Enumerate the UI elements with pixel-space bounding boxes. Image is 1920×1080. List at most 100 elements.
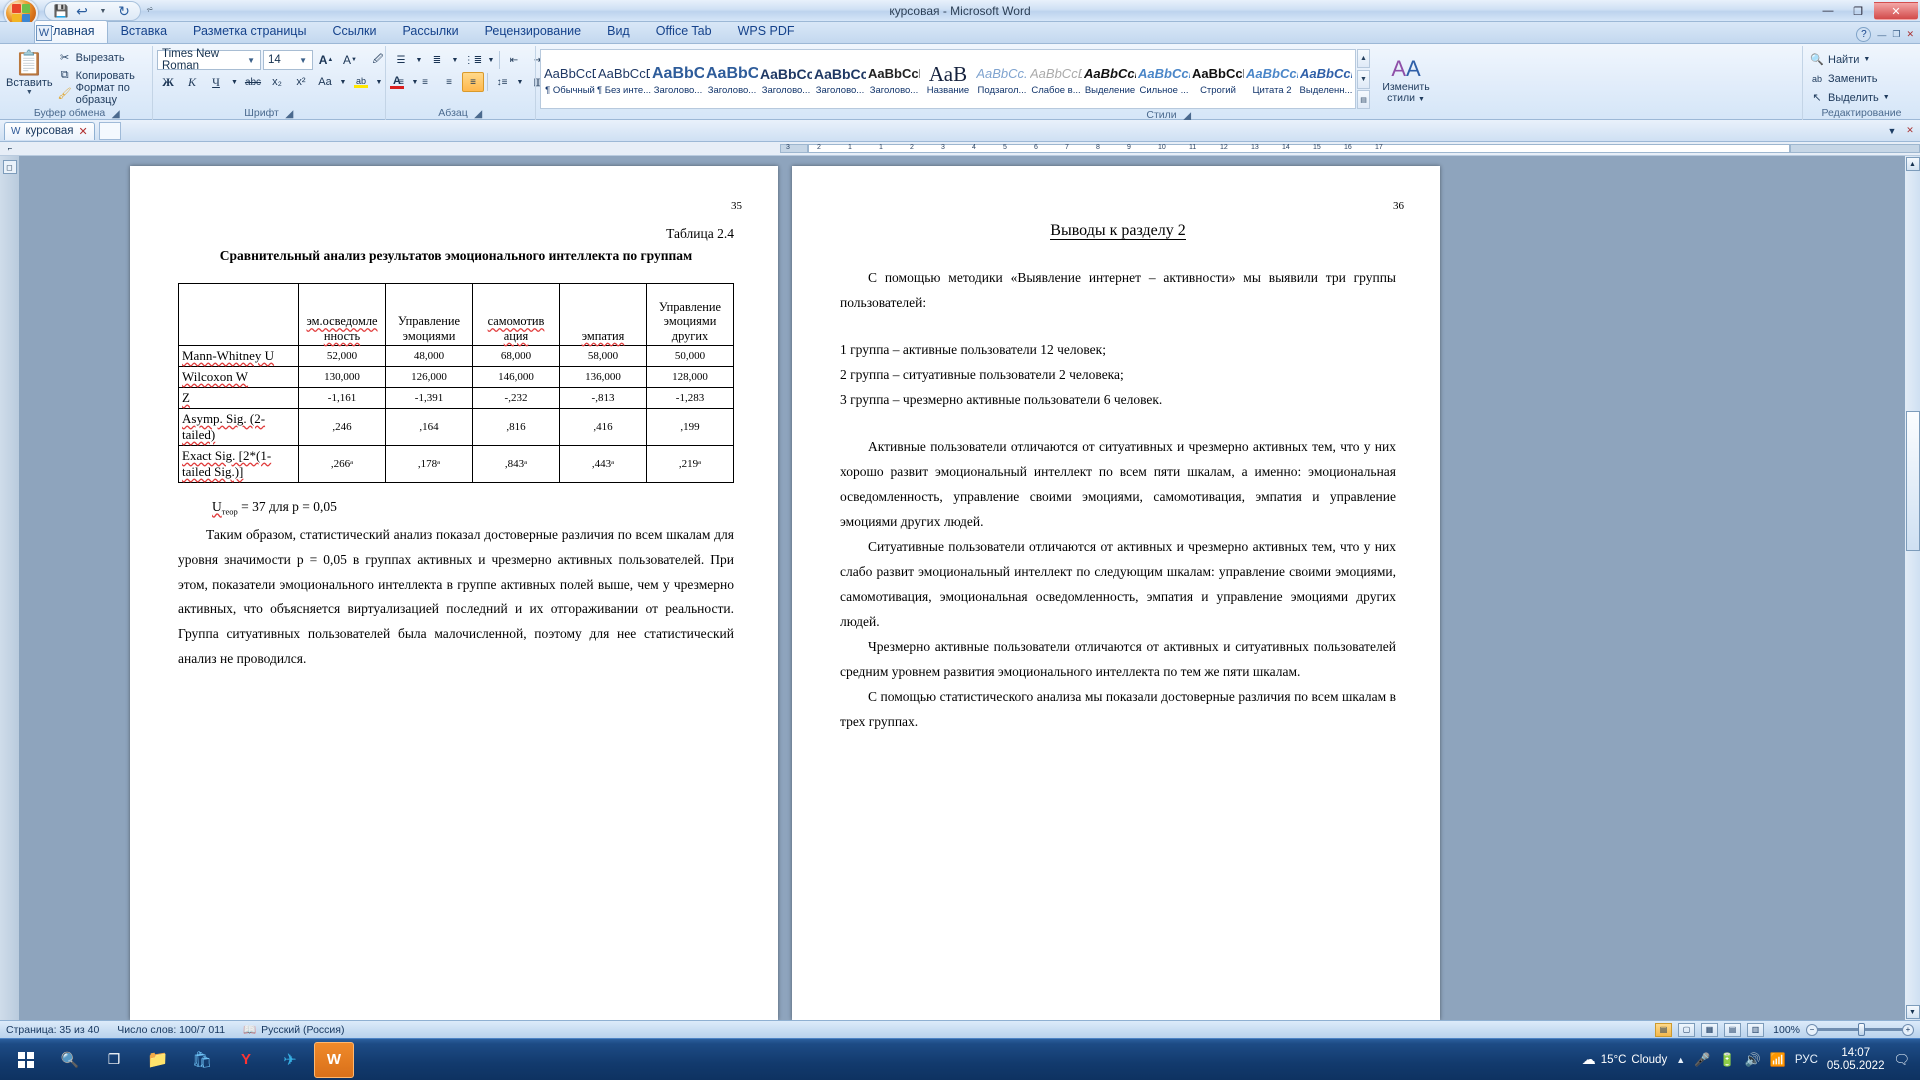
view-fullscreen-icon[interactable]: ▢ [1678,1022,1695,1037]
doc-minimize-icon[interactable]: ▼ [1884,123,1900,139]
style-item-8[interactable]: AaBbCc. Подзагол... [975,52,1029,106]
select-browse-object-icon[interactable]: ◻ [2,160,17,174]
clipboard-dialog-launcher-icon[interactable]: ◢ [111,108,120,120]
align-justify-icon[interactable]: ≡ [462,72,484,92]
close-button[interactable]: ✕ [1874,2,1918,20]
styles-gallery[interactable]: AaBbCcDc¶ ОбычныйAaBbCcDc¶ Без инте...Aa… [540,49,1356,109]
restore-doc-icon[interactable]: ❐ [1892,29,1900,40]
style-item-9[interactable]: AaBbCcDi Слабое в... [1029,52,1083,106]
undo-icon[interactable]: ↩ [74,3,90,19]
tab-wps-pdf[interactable]: WPS PDF [725,20,808,43]
underline-dropdown-icon[interactable]: ▼ [229,72,240,92]
font-size-combo[interactable]: 14 ▼ [263,50,313,70]
numbered-list-icon[interactable]: ≣ [426,50,448,70]
taskbar-app-yandex[interactable]: Y [226,1042,266,1078]
style-item-12[interactable]: AaBbCcDc Строгий [1191,52,1245,106]
align-right-icon[interactable]: ≡ [438,72,460,92]
view-print-layout-icon[interactable]: ▤ [1655,1022,1672,1037]
style-item-2[interactable]: AaBbC Заголово... [651,52,705,106]
taskbar-app-word[interactable]: W [314,1041,354,1078]
highlight-dropdown-icon[interactable]: ▼ [374,72,384,92]
view-web-layout-icon[interactable]: ▦ [1701,1022,1718,1037]
style-item-11[interactable]: AaBbCcDi Сильное ... [1137,52,1191,106]
multilevel-list-icon[interactable]: ⋮≣ [462,50,484,70]
view-outline-icon[interactable]: ▤ [1724,1022,1741,1037]
font-dialog-launcher-icon[interactable]: ◢ [285,108,294,120]
microphone-icon[interactable]: 🎤 [1694,1052,1710,1068]
styles-more-icon[interactable]: ▤ [1357,90,1370,109]
word-count-indicator[interactable]: Число слов: 100/7 011 [117,1024,225,1036]
style-item-14[interactable]: AaBbCcDi Выделенн... [1299,52,1353,106]
document-workspace[interactable]: ◻ 35 Таблица 2.4 Сравнительный анализ ре… [0,156,1920,1020]
chevron-down-icon[interactable]: ▼ [296,56,310,65]
tray-expand-icon[interactable]: ▲ [1676,1055,1685,1065]
page-indicator[interactable]: Страница: 35 из 40 [6,1024,99,1036]
find-button[interactable]: 🔍 Найти ▼ [1807,51,1895,68]
restore-button[interactable]: ❐ [1844,2,1872,20]
format-painter-button[interactable]: 🖌 Формат по образцу [55,82,148,106]
search-button[interactable]: 🔍 [50,1042,90,1078]
line-spacing-icon[interactable]: ↕≡ [491,72,513,92]
multilevel-dropdown-icon[interactable]: ▼ [486,50,496,70]
align-left-icon[interactable]: ≡ [390,72,412,92]
zoom-level-label[interactable]: 100% [1770,1024,1800,1036]
undo-dropdown-icon[interactable]: ▼ [95,3,111,19]
select-button[interactable]: ↖ Выделить ▼ [1807,89,1895,106]
tab-vstavka[interactable]: Вставка [108,20,180,43]
shrink-font-button[interactable]: A ▼ [339,50,361,70]
start-button[interactable] [6,1042,46,1078]
grow-font-button[interactable]: A ▲ [315,50,337,70]
tab-vid[interactable]: Вид [594,20,643,43]
document-tab-kursovaya[interactable]: W курсовая ✕ [4,121,95,140]
vertical-scrollbar[interactable]: ▲ ▼ [1904,156,1920,1020]
styles-scroll-down-icon[interactable]: ▼ [1357,69,1370,89]
subscript-button[interactable]: x₂ [266,72,288,92]
change-case-button[interactable]: Aa [314,72,336,92]
view-draft-icon[interactable]: ▥ [1747,1022,1764,1037]
paste-button[interactable]: 📋 Вставить ▼ [6,49,53,97]
tab-office-tab[interactable]: Office Tab [643,20,725,43]
tab-stop-selector[interactable]: ⌐ [0,142,20,156]
taskbar-clock[interactable]: 14:07 05.05.2022 [1827,1047,1885,1073]
language-indicator-tray[interactable]: РУС [1795,1054,1818,1066]
task-view-button[interactable]: ❐ [94,1042,134,1078]
tab-recenzirovanie[interactable]: Рецензирование [472,20,595,43]
page-36[interactable]: 36 Выводы к разделу 2 С помощью методики… [792,166,1440,1020]
change-case-dropdown-icon[interactable]: ▼ [338,72,348,92]
new-document-tab-button[interactable] [98,121,121,140]
cut-button[interactable]: ✂ Вырезать [55,49,148,66]
scroll-down-icon[interactable]: ▼ [1905,1005,1920,1019]
taskbar-app-telegram[interactable]: ✈ [270,1042,310,1078]
zoom-slider[interactable]: − + [1806,1023,1914,1037]
ruler-left-page[interactable] [20,142,780,155]
bullet-dropdown-icon[interactable]: ▼ [414,50,424,70]
tab-rassylki[interactable]: Рассылки [389,20,471,43]
weather-widget[interactable]: ☁ 15°C Cloudy [1582,1051,1668,1068]
zoom-out-button[interactable]: − [1806,1023,1818,1036]
scrollbar-thumb[interactable] [1905,411,1920,551]
paste-dropdown-icon[interactable]: ▼ [26,89,33,96]
doc-close-icon[interactable]: ✕ [1902,123,1918,139]
zoom-slider-thumb[interactable] [1858,1023,1865,1036]
replace-button[interactable]: ab Заменить [1807,70,1895,87]
tab-razmetka[interactable]: Разметка страницы [180,20,319,43]
underline-button[interactable]: Ч [205,72,227,92]
font-name-combo[interactable]: Times New Roman ▼ [157,48,261,72]
style-item-6[interactable]: AaBbCcD Заголово... [867,52,921,106]
style-item-13[interactable]: AaBbCcDi Цитата 2 [1245,52,1299,106]
chevron-down-icon[interactable]: ▼ [244,56,258,65]
taskbar-app-explorer[interactable]: 📁 [138,1042,178,1078]
decrease-indent-icon[interactable]: ⇤ [503,50,525,70]
tab-ssylki[interactable]: Ссылки [319,20,389,43]
language-indicator[interactable]: 📖 Русский (Россия) [243,1023,344,1037]
battery-icon[interactable]: 🔋 [1719,1052,1735,1068]
taskbar-app-store[interactable]: 🛍 [182,1042,222,1078]
style-item-0[interactable]: AaBbCcDc ¶ Обычный [543,52,597,106]
align-center-icon[interactable]: ≡ [414,72,436,92]
minimize-button[interactable]: — [1814,2,1842,20]
italic-button[interactable]: К [181,72,203,92]
save-icon[interactable]: 💾 [53,3,69,19]
bullet-list-icon[interactable]: ☰ [390,50,412,70]
style-item-10[interactable]: AaBbCcDi Выделение [1083,52,1137,106]
notifications-icon[interactable]: 🗨 [1893,1052,1910,1068]
